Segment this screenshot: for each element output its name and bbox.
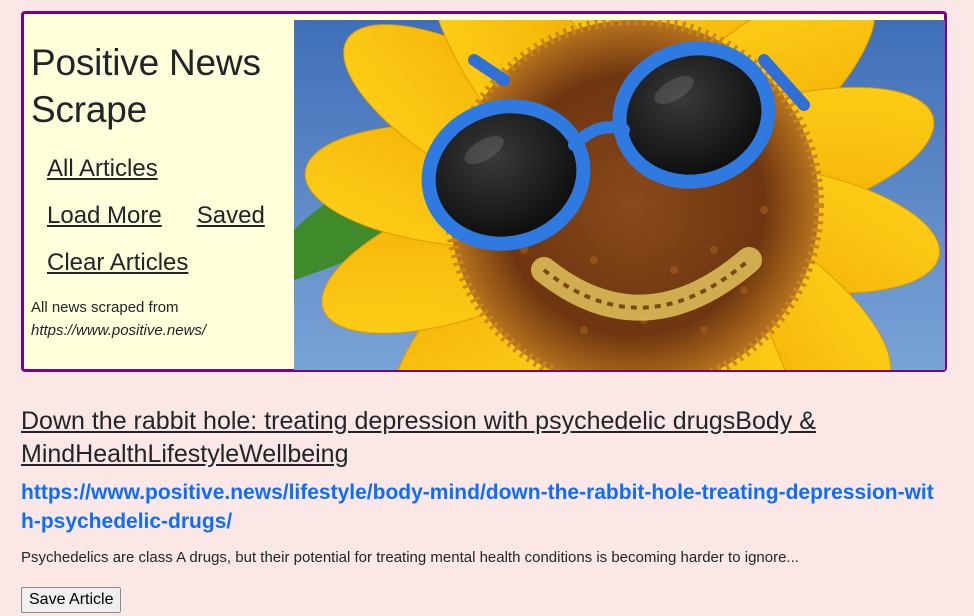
load-more-link[interactable]: Load More: [47, 202, 162, 230]
save-article-button[interactable]: Save Article: [21, 587, 122, 613]
header-left-panel: Positive News Scrape All Articles Load M…: [31, 20, 291, 342]
article-summary: Psychedelics are class A drugs, but thei…: [21, 549, 799, 566]
credit-url: https://www.positive.news/: [31, 322, 207, 339]
source-credit: All news scraped from https://www.positi…: [31, 296, 291, 342]
nav-links: All Articles Load More Saved Clear Artic…: [31, 155, 291, 296]
saved-link[interactable]: Saved: [197, 202, 265, 230]
article-title[interactable]: Down the rabbit hole: treating depressio…: [21, 405, 941, 471]
clear-articles-link[interactable]: Clear Articles: [47, 249, 188, 277]
article-url-link[interactable]: https://www.positive.news/lifestyle/body…: [21, 478, 941, 536]
site-title: Positive News Scrape: [31, 42, 261, 130]
credit-text: All news scraped from: [31, 299, 179, 316]
sunflower-sunglasses-image: [294, 20, 945, 370]
all-articles-link[interactable]: All Articles: [47, 155, 158, 183]
article-card: Down the rabbit hole: treating depressio…: [21, 405, 941, 613]
header-jumbotron: Positive News Scrape All Articles Load M…: [21, 11, 947, 372]
